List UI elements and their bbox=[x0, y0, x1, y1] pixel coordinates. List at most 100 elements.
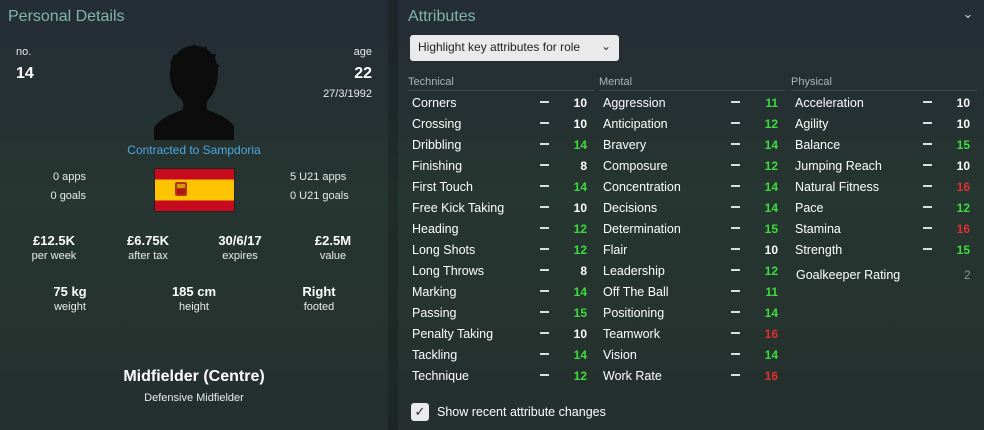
attribute-value: 15 bbox=[764, 222, 778, 236]
squad-number: 14 bbox=[16, 65, 34, 82]
technical-separator bbox=[408, 90, 594, 91]
footed-label: footed bbox=[303, 301, 335, 313]
attribute-row: Agility 10 bbox=[791, 114, 977, 135]
attribute-name: Agility bbox=[795, 117, 829, 131]
attribute-row: Concentration 14 bbox=[599, 177, 785, 198]
highlight-role-dropdown[interactable]: Highlight key attributes for role ⌄ bbox=[410, 35, 619, 61]
dash-icon bbox=[540, 248, 549, 250]
goals-count: 0 goals bbox=[50, 190, 86, 202]
attribute-name: Technique bbox=[412, 369, 469, 383]
attribute-value: 14 bbox=[764, 138, 778, 152]
attribute-name: Vision bbox=[603, 348, 637, 362]
personal-details-heading: Personal Details bbox=[8, 8, 125, 25]
attribute-name: Teamwork bbox=[603, 327, 660, 341]
dash-icon bbox=[540, 269, 549, 271]
attribute-row: Finishing 8 bbox=[408, 156, 594, 177]
attribute-name: Pace bbox=[795, 201, 824, 215]
attribute-row: Crossing 10 bbox=[408, 114, 594, 135]
dash-icon bbox=[923, 164, 932, 166]
attribute-name: Positioning bbox=[603, 306, 665, 320]
attribute-row: Positioning 14 bbox=[599, 303, 785, 324]
attribute-value: 14 bbox=[764, 201, 778, 215]
dropdown-label: Highlight key attributes for role bbox=[418, 40, 581, 54]
attribute-name: First Touch bbox=[412, 180, 473, 194]
wage-value: £12.5K bbox=[33, 233, 75, 248]
chevron-down-icon: ⌄ bbox=[600, 39, 611, 53]
attribute-row: Long Shots 12 bbox=[408, 240, 594, 261]
dash-icon bbox=[540, 122, 549, 124]
attribute-row: First Touch 14 bbox=[408, 177, 594, 198]
dash-icon bbox=[731, 101, 740, 103]
dash-icon bbox=[731, 206, 740, 208]
attribute-name: Heading bbox=[412, 222, 459, 236]
attribute-value: 10 bbox=[573, 201, 587, 215]
stat-expires: 30/6/17 expires bbox=[195, 233, 285, 262]
panel-divider bbox=[388, 0, 398, 430]
number-label: no. bbox=[16, 46, 32, 58]
dash-icon bbox=[540, 353, 549, 355]
player-silhouette bbox=[154, 44, 234, 140]
attribute-row: Pace 12 bbox=[791, 198, 977, 219]
attribute-name: Free Kick Taking bbox=[412, 201, 505, 215]
attribute-name: Marking bbox=[412, 285, 457, 299]
after-tax-label: after tax bbox=[128, 250, 168, 262]
age-value: 22 bbox=[354, 65, 372, 82]
attribute-row: Bravery 14 bbox=[599, 135, 785, 156]
attribute-value: 12 bbox=[573, 243, 587, 257]
attribute-name: Balance bbox=[795, 138, 841, 152]
attribute-row: Marking 14 bbox=[408, 282, 594, 303]
attribute-value: 14 bbox=[764, 180, 778, 194]
date-of-birth: 27/3/1992 bbox=[323, 88, 372, 100]
expires-label: expires bbox=[222, 250, 258, 262]
attribute-value: 14 bbox=[573, 285, 587, 299]
stat-footed: Right footed bbox=[274, 284, 364, 313]
transfer-value: £2.5M bbox=[314, 233, 352, 248]
dash-icon bbox=[731, 248, 740, 250]
dash-icon bbox=[923, 227, 932, 229]
dash-icon bbox=[540, 290, 549, 292]
attribute-value: 16 bbox=[956, 222, 970, 236]
attribute-row: Decisions 14 bbox=[599, 198, 785, 219]
physical-separator bbox=[791, 90, 977, 91]
attribute-row: Teamwork 16 bbox=[599, 324, 785, 345]
attribute-value: 12 bbox=[573, 222, 587, 236]
attribute-row: Heading 12 bbox=[408, 219, 594, 240]
dash-icon bbox=[731, 269, 740, 271]
dash-icon bbox=[731, 122, 740, 124]
u21-goals-count: 0 U21 goals bbox=[290, 190, 349, 202]
attribute-name: Leadership bbox=[603, 264, 665, 278]
stat-value: £2.5M value bbox=[288, 233, 378, 262]
contract-link[interactable]: Contracted to Sampdoria bbox=[94, 143, 294, 157]
attribute-name: Jumping Reach bbox=[795, 159, 882, 173]
u21-apps-count: 5 U21 apps bbox=[290, 171, 347, 183]
attribute-value: 15 bbox=[573, 306, 587, 320]
attribute-value: 10 bbox=[573, 327, 587, 341]
collapse-chevron-icon[interactable]: ⌄ bbox=[960, 6, 976, 22]
attribute-value: 10 bbox=[956, 117, 970, 131]
stat-after-tax: £6.75K after tax bbox=[103, 233, 193, 262]
weight-label: weight bbox=[54, 301, 86, 313]
dash-icon bbox=[540, 311, 549, 313]
attribute-row: Natural Fitness 16 bbox=[791, 177, 977, 198]
dash-icon bbox=[540, 332, 549, 334]
attribute-value: 15 bbox=[956, 243, 970, 257]
dash-icon bbox=[540, 206, 549, 208]
attribute-row: Leadership 12 bbox=[599, 261, 785, 282]
attribute-name: Tackling bbox=[412, 348, 458, 362]
role-subtitle: Defensive Midfielder bbox=[144, 392, 244, 404]
attribute-row: Dribbling 14 bbox=[408, 135, 594, 156]
attribute-name: Aggression bbox=[603, 96, 666, 110]
attribute-row: Technique 12 bbox=[408, 366, 594, 387]
dash-icon bbox=[540, 374, 549, 376]
attribute-name: Strength bbox=[795, 243, 843, 257]
attribute-value: 14 bbox=[573, 138, 587, 152]
stat-weight: 75 kg weight bbox=[25, 284, 115, 313]
mental-heading: Mental bbox=[599, 76, 633, 88]
dash-icon bbox=[923, 143, 932, 145]
dash-icon bbox=[731, 164, 740, 166]
attribute-name: Composure bbox=[603, 159, 668, 173]
checkbox-icon[interactable]: ✓ bbox=[411, 403, 429, 421]
show-changes-label[interactable]: Show recent attribute changes bbox=[437, 405, 606, 419]
attribute-row: Determination 15 bbox=[599, 219, 785, 240]
attribute-name: Decisions bbox=[603, 201, 658, 215]
